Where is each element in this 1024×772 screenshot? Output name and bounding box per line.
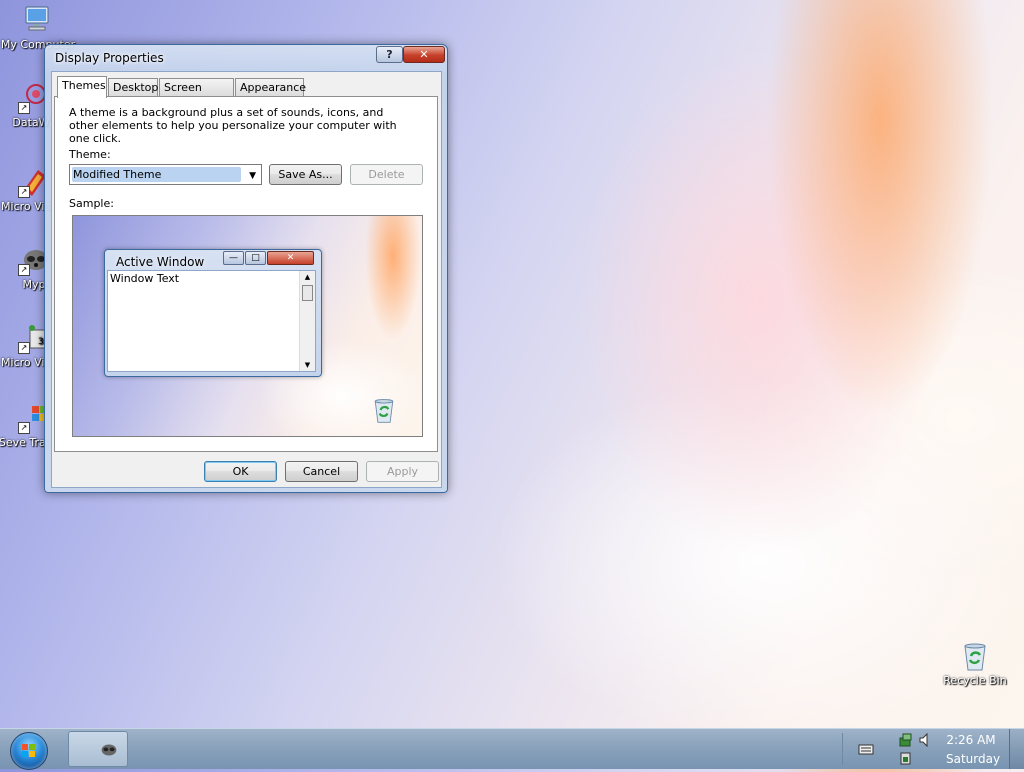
ok-button[interactable]: OK <box>204 461 277 482</box>
taskbar-clock[interactable]: 2:26 AM Saturday <box>946 731 1001 769</box>
themes-panel: A theme is a background plus a set of so… <box>54 96 438 452</box>
tray-separator <box>842 733 843 765</box>
scroll-up-arrow-icon: ▲ <box>304 273 311 281</box>
sample-window-title: Active Window <box>116 255 205 269</box>
power-icon[interactable] <box>898 751 914 768</box>
theme-description: A theme is a background plus a set of so… <box>69 106 397 145</box>
shortcut-arrow-icon: ↗ <box>18 342 30 354</box>
raccoon-icon <box>101 744 117 756</box>
shortcut-arrow-icon: ↗ <box>18 422 30 434</box>
shortcut-arrow-icon: ↗ <box>18 102 30 114</box>
show-desktop-button[interactable] <box>1009 729 1024 769</box>
taskbar: 2:26 AM Saturday <box>0 728 1024 770</box>
theme-label: Theme: <box>69 148 111 161</box>
theme-select[interactable]: Modified Theme ▼ <box>69 164 262 185</box>
tab-screen-saver[interactable]: Screen Saver <box>159 78 234 112</box>
sample-active-window: Active Window — □ ✕ Window Text ▲ ▼ <box>104 249 322 377</box>
delete-button[interactable]: Delete <box>350 164 423 185</box>
apply-button[interactable]: Apply <box>366 461 439 482</box>
help-button[interactable]: ? <box>376 46 403 63</box>
network-icon[interactable] <box>898 732 914 751</box>
maximize-icon: □ <box>245 251 266 265</box>
keyboard-icon[interactable] <box>858 742 874 759</box>
tab-appearance[interactable]: Appearance <box>235 78 306 96</box>
shortcut-arrow-icon: ↗ <box>18 186 30 198</box>
tab-themes[interactable]: Themes <box>57 76 107 98</box>
sample-scrollbar: ▲ ▼ <box>299 271 315 371</box>
svg-text:3: 3 <box>38 337 44 347</box>
close-icon: ✕ <box>267 251 314 265</box>
start-button[interactable] <box>10 732 48 770</box>
desktop-icon-label: Recycle Bin <box>943 674 1007 687</box>
sample-window-text-area: Window Text ▲ ▼ <box>107 270 316 372</box>
desktop-icon-recycle-bin[interactable]: Recycle Bin <box>937 640 1013 687</box>
dropdown-arrow-icon: ▼ <box>249 171 256 181</box>
theme-select-value: Modified Theme <box>72 167 241 182</box>
clock-day: Saturday <box>946 752 1001 766</box>
scroll-down-arrow-icon: ▼ <box>304 361 311 369</box>
sample-label: Sample: <box>69 197 114 210</box>
shortcut-arrow-icon: ↗ <box>18 264 30 276</box>
sample-recycle-bin-icon <box>370 396 398 427</box>
display-properties-dialog: Display Properties ? ✕ Themes Desktop Sc… <box>44 44 448 493</box>
computer-icon <box>22 4 54 36</box>
scroll-thumb <box>302 285 313 301</box>
volume-icon[interactable] <box>918 732 932 751</box>
taskbar-item-app[interactable] <box>68 731 128 767</box>
theme-sample-preview: Active Window — □ ✕ Window Text ▲ ▼ <box>72 215 423 437</box>
minimize-icon: — <box>223 251 244 265</box>
tab-desktop[interactable]: Desktop <box>108 78 158 96</box>
clock-time: 2:26 AM <box>946 733 996 747</box>
save-as-button[interactable]: Save As... <box>269 164 342 185</box>
close-button[interactable]: ✕ <box>403 46 445 63</box>
dialog-body: Themes Desktop Screen Saver Appearance A… <box>51 71 442 488</box>
recycle-bin-icon <box>959 640 991 672</box>
windows-logo-icon <box>22 744 35 757</box>
sample-window-text: Window Text <box>110 272 180 285</box>
dialog-title: Display Properties <box>55 51 164 65</box>
close-icon: ✕ <box>419 48 429 61</box>
cancel-button[interactable]: Cancel <box>285 461 358 482</box>
